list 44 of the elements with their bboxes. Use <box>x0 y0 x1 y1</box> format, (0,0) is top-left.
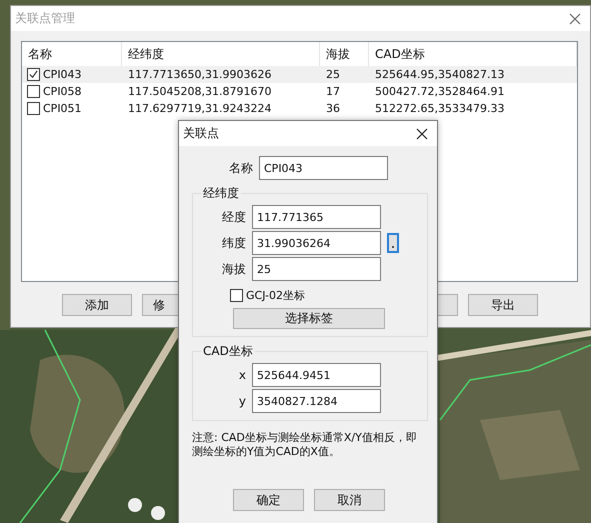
table-cell-text: 117.5045208,31.8791670 <box>127 85 272 98</box>
table-cell-text: 525644.95,3540827.13 <box>374 68 506 81</box>
field-label: 名称 <box>228 160 253 176</box>
checkbox[interactable] <box>230 289 243 302</box>
table-cell: CPI051 <box>43 102 82 115</box>
table-cell-text: 512272.65,3533479.33 <box>374 102 506 115</box>
window-title: 关联点管理 <box>15 10 75 27</box>
table-row[interactable]: CPI051 117.6297719,31.9243224 36 512272.65,3533479.33 <box>22 100 577 117</box>
group-title: 经纬度 <box>202 185 240 202</box>
close-icon[interactable] <box>416 128 428 140</box>
field-label: y <box>238 394 246 408</box>
table-cell-text: 500427.72,3528464.91 <box>374 85 506 98</box>
checkbox-label: GCJ-02坐标 <box>246 288 306 303</box>
select-tag-button[interactable]: 选择标签 <box>233 308 385 329</box>
pick-button[interactable] <box>387 233 399 253</box>
ok-button[interactable]: 确定 <box>233 489 304 511</box>
table-cell-text: 117.7713650,31.9903626 <box>127 68 272 81</box>
cancel-button[interactable]: 取消 <box>314 489 385 511</box>
input-field[interactable]: 31.99036264 <box>252 231 381 255</box>
field-label: x <box>238 368 246 382</box>
table-cell-text: 25 <box>325 68 341 81</box>
table-cell-text: 117.6297719,31.9243224 <box>127 102 272 115</box>
field-label: 经度 <box>221 208 246 226</box>
add-button[interactable]: 添加 <box>62 294 132 316</box>
table-cell: CPI058 <box>43 85 82 98</box>
table-cell: CPI043 <box>43 68 82 81</box>
table-cell-text: 17 <box>325 85 341 98</box>
note-text: 注意: CAD坐标与测绘坐标通常X/Y值相反，即测绘坐标的Y值为CAD的X值。 <box>192 431 418 459</box>
input-field[interactable]: 3540827.1284 <box>252 389 381 413</box>
field-label: 纬度 <box>221 234 246 252</box>
table-row[interactable]: CPI043 117.7713650,31.9903626 25 525644.95,3540827.13 <box>22 66 577 83</box>
name-field[interactable]: CPI043 <box>259 156 388 180</box>
checkbox[interactable] <box>27 68 40 81</box>
checkbox[interactable] <box>27 102 40 115</box>
input-field[interactable]: 25 <box>252 257 381 281</box>
export-button[interactable]: 导出 <box>468 294 538 316</box>
input-field[interactable]: 117.771365 <box>252 205 381 229</box>
checkbox[interactable] <box>27 85 40 98</box>
input-field[interactable]: 525644.9451 <box>252 363 381 387</box>
group-title: CAD坐标 <box>202 343 254 360</box>
field-label: 海拔 <box>221 260 246 278</box>
table-cell-text: 36 <box>325 102 341 115</box>
dialog-title: 关联点 <box>183 125 219 142</box>
table-row[interactable]: CPI058 117.5045208,31.8791670 17 500427.72,3528464.91 <box>22 83 577 100</box>
